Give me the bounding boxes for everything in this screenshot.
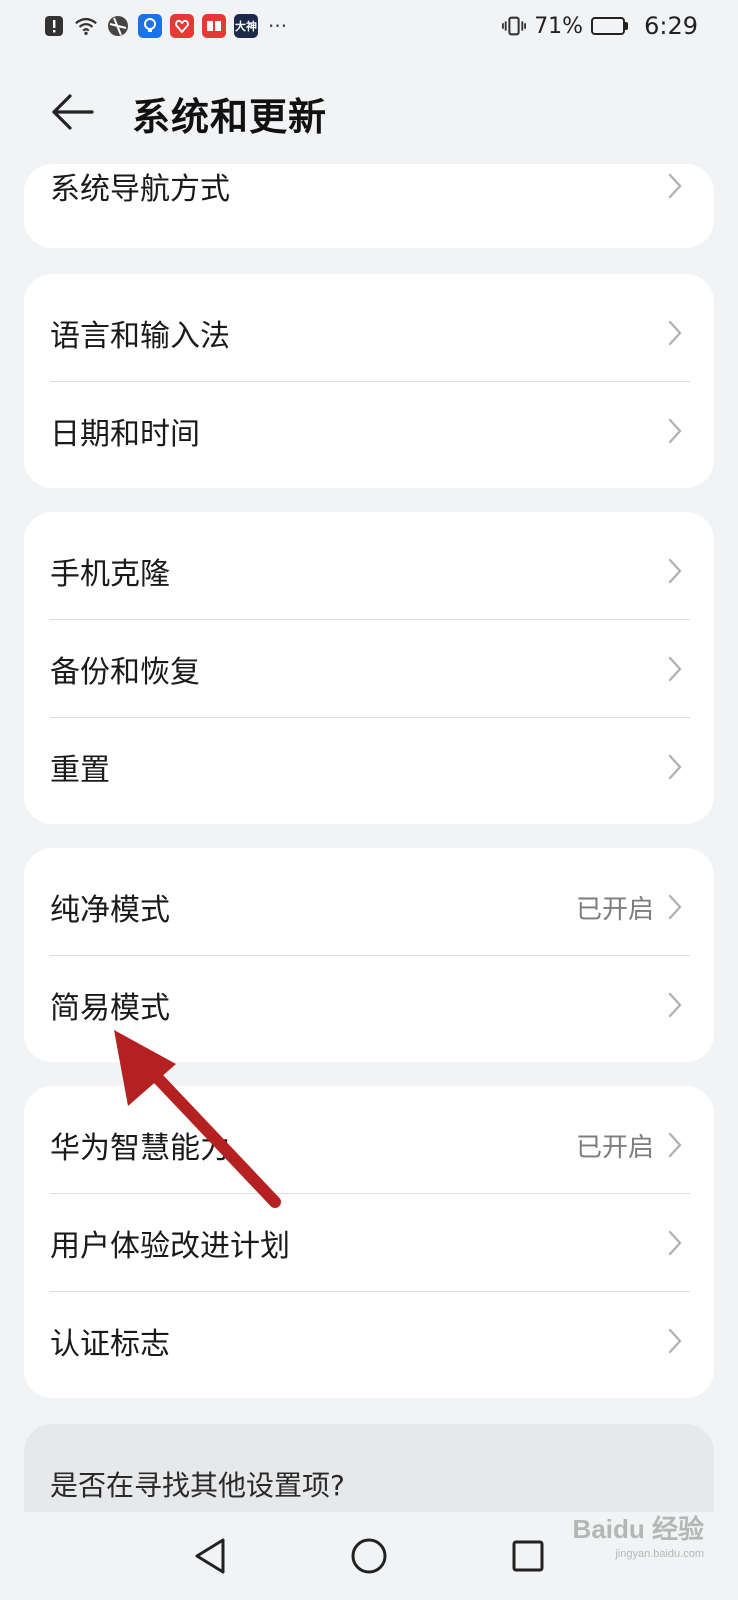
row-label: 备份和恢复 [50,655,200,690]
overflow-indicator: ··· [268,14,288,38]
nav-back-button[interactable] [180,1526,240,1586]
status-value: 已开启 [575,894,654,925]
battery-icon [591,17,629,35]
row-pure-mode[interactable]: 纯净模式 已开启 [24,848,714,956]
row-label: 认证标志 [50,1327,170,1362]
square-recents-icon [512,1540,544,1572]
chevron-right-icon [666,892,684,922]
wifi-icon [74,14,98,38]
nav-home-button[interactable] [339,1526,399,1586]
row-date-time[interactable]: 日期和时间 [24,382,714,480]
watermark-sub: jingyan.baidu.com [615,1548,704,1560]
status-left-icons: 大神 ··· [42,14,287,38]
row-reset[interactable]: 重置 [24,718,714,816]
settings-group-services: 华为智慧能力 已开启 用户体验改进计划 认证标志 [24,1086,714,1398]
baidu-jingyan-watermark: Baidu 经验 jingyan.baidu.com [573,1509,704,1560]
row-user-experience-program[interactable]: 用户体验改进计划 [24,1194,714,1292]
arrow-left-icon [52,94,94,130]
dashen-app-icon: 大神 [234,14,258,38]
chevron-right-icon [666,1130,684,1160]
row-simple-mode[interactable]: 简易模式 [24,956,714,1054]
nav-recents-button[interactable] [498,1526,558,1586]
chevron-right-icon [666,171,684,201]
triangle-back-icon [195,1538,225,1574]
status-right-icons: 71% 6:29 [502,12,698,40]
chevron-right-icon [666,752,684,782]
row-label: 华为智慧能力 [50,1131,230,1166]
row-label: 纯净模式 [50,893,170,928]
row-backup-restore[interactable]: 备份和恢复 [24,620,714,718]
row-certification-marks[interactable]: 认证标志 [24,1292,714,1390]
row-huawei-intelligence[interactable]: 华为智慧能力 已开启 [24,1086,714,1194]
status-value: 已开启 [575,1132,654,1163]
page-header: 系统和更新 [0,72,738,152]
circle-home-icon [351,1538,387,1574]
row-label: 手机克隆 [50,557,170,592]
battery-percent: 71% [534,13,584,39]
chevron-right-icon [666,654,684,684]
row-label: 日期和时间 [50,417,200,452]
row-language-input[interactable]: 语言和输入法 [24,274,714,382]
row-system-navigation[interactable]: 系统导航方式 [24,164,714,228]
bulb-app-icon [138,14,162,38]
row-label: 用户体验改进计划 [50,1229,290,1264]
taobao-app-icon [170,14,194,38]
vibrate-icon [502,14,527,38]
page-title: 系统和更新 [132,95,328,139]
status-time: 6:29 [644,12,698,40]
row-label: 简易模式 [50,991,170,1026]
row-phone-clone[interactable]: 手机克隆 [24,512,714,620]
vpn-globe-icon [106,14,130,38]
chevron-right-icon [666,1326,684,1356]
row-label: 重置 [50,753,110,788]
chevron-right-icon [666,416,684,446]
chevron-right-icon [666,990,684,1020]
back-button[interactable] [48,88,96,136]
search-hint-text: 是否在寻找其他设置项? [50,1469,345,1502]
settings-group-backup: 手机克隆 备份和恢复 重置 [24,512,714,824]
chevron-right-icon [666,318,684,348]
settings-group-navigation: 系统导航方式 [24,164,714,248]
settings-group-language-time: 语言和输入法 日期和时间 [24,274,714,488]
chevron-right-icon [666,556,684,586]
alert-icon [42,14,66,38]
reader-app-icon [202,14,226,38]
row-label: 系统导航方式 [50,172,230,207]
watermark-text: Baidu 经验 [572,1514,704,1544]
status-bar: 大神 ··· 71% 6:29 [0,0,738,52]
row-label: 语言和输入法 [50,319,230,354]
settings-group-modes: 纯净模式 已开启 简易模式 [24,848,714,1062]
chevron-right-icon [666,1228,684,1258]
